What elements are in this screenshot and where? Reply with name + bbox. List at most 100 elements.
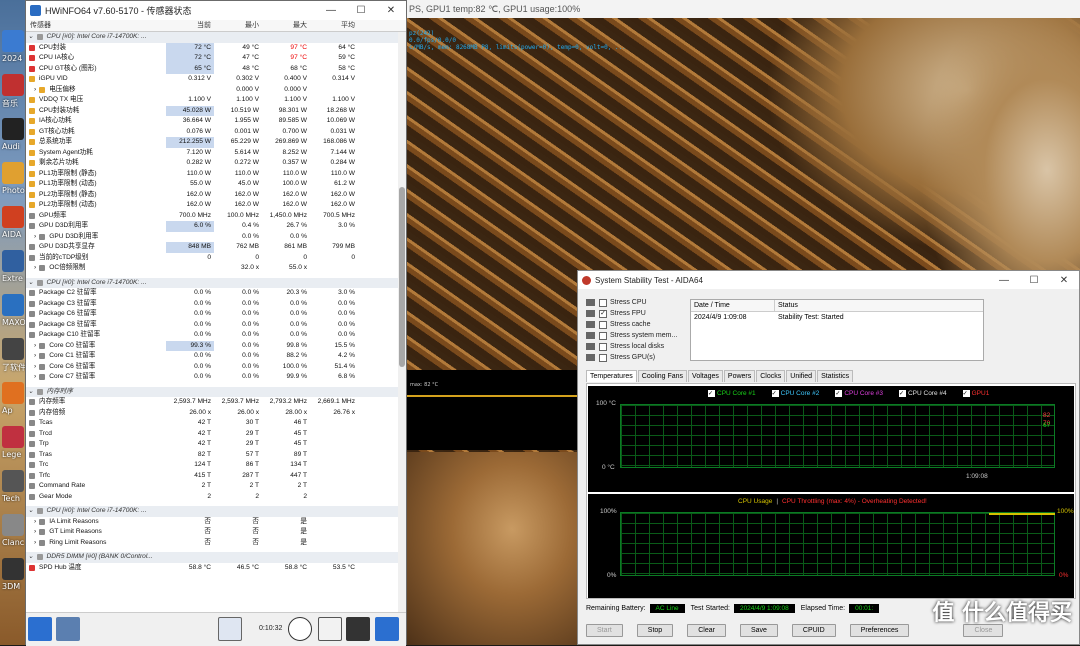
sensor-row[interactable]: ›IA Limit Reasons否否是 [26,517,398,528]
chevron-right-icon[interactable]: › [34,341,36,352]
sensor-group-header[interactable]: ⌄ DDR5 DIMM [#0] (BANK 0/Control... [26,552,398,563]
desktop-shortcut[interactable]: Ap [2,382,26,415]
tab-statistics[interactable]: Statistics [817,370,853,382]
sensor-row[interactable]: Trfc415 T287 T447 T [26,471,398,482]
sensor-row[interactable]: Package C8 驻留率0.0 %0.0 %0.0 %0.0 % [26,320,398,331]
stress-option[interactable]: ✓Stress FPU [586,308,677,319]
legend-checkbox[interactable]: ✓ [708,390,715,397]
sensor-row[interactable]: CPU IA核心72 °C47 °C97 °C59 °C [26,53,398,64]
chevron-down-icon[interactable]: ⌄ [28,387,34,398]
sensor-row[interactable]: 内存频率2,593.7 MHz2,593.7 MHz2,793.2 MHz2,6… [26,397,398,408]
desktop-shortcut[interactable]: 2024 [2,30,26,63]
sensor-row[interactable]: 剩余芯片功耗0.282 W0.272 W0.357 W0.284 W [26,158,398,169]
desktop-shortcut[interactable]: Lege [2,426,26,459]
sensor-row[interactable]: IA核心功耗36.664 W1.955 W89.585 W10.069 W [26,116,398,127]
desktop-shortcut[interactable]: Tech [2,470,26,503]
save-button[interactable]: Save [740,624,778,637]
sensor-row[interactable]: ›Core C1 驻留率0.0 %0.0 %88.2 %4.2 % [26,351,398,362]
sensor-row[interactable]: Trp42 T29 T45 T [26,439,398,450]
stress-checkbox[interactable] [599,354,607,362]
nav-forward-icon[interactable] [56,617,80,641]
sensor-row[interactable]: ›Core C0 驻留率99.3 %0.0 %99.8 %15.5 % [26,341,398,352]
stress-checkbox[interactable]: ✓ [599,310,607,318]
sensor-row[interactable]: System Agent功耗7.120 W5.614 W8.252 W7.144… [26,148,398,159]
chevron-right-icon[interactable]: › [34,362,36,373]
sensor-row[interactable]: 总系统功率212.255 W65.229 W269.869 W168.086 W [26,137,398,148]
sensor-row[interactable]: ›Core C6 驻留率0.0 %0.0 %100.0 %51.4 % [26,362,398,373]
stop-button[interactable]: Stop [637,624,673,637]
tab-clocks[interactable]: Clocks [756,370,785,382]
tab-cooling-fans[interactable]: Cooling Fans [638,370,687,382]
col-min[interactable]: 最小 [214,20,262,32]
close-button[interactable]: ✕ [1049,271,1079,290]
desktop-shortcut[interactable]: AIDA [2,206,26,239]
legend-checkbox[interactable]: ✓ [835,390,842,397]
chevron-down-icon[interactable]: ⌄ [28,32,34,43]
tab-powers[interactable]: Powers [724,370,755,382]
sensor-row[interactable]: PL2功率限制 (动态)162.0 W162.0 W162.0 W162.0 W [26,200,398,211]
report-icon[interactable] [318,617,342,641]
sensor-row[interactable]: 当前的cTDP级别0000 [26,253,398,264]
stress-checkbox[interactable] [599,343,607,351]
sensor-group-header[interactable]: ⌄ CPU [#0]: Intel Core i7-14700K: ... [26,32,398,43]
chevron-right-icon[interactable]: › [34,85,36,96]
sensor-row[interactable]: Package C6 驻留率0.0 %0.0 %0.0 %0.0 % [26,309,398,320]
minimize-button[interactable]: — [316,1,346,20]
sensor-row[interactable]: iGPU VID0.312 V0.302 V0.400 V0.314 V [26,74,398,85]
chevron-right-icon[interactable]: › [34,517,36,528]
col-max[interactable]: 最大 [262,20,310,32]
nav-back-icon[interactable] [28,617,52,641]
chevron-right-icon[interactable]: › [34,527,36,538]
tab-unified[interactable]: Unified [786,370,816,382]
start-button[interactable]: Start [586,624,623,637]
sensor-row[interactable]: CPU封装功耗45.028 W10.519 W98.301 W18.268 W [26,106,398,117]
preferences-button[interactable]: Preferences [850,624,910,637]
clock-icon[interactable] [288,617,312,641]
legend-item[interactable]: ✓CPU Core #3 [835,390,891,397]
gear-icon[interactable] [346,617,370,641]
desktop-shortcut[interactable]: 音乐 [2,74,26,109]
sensor-row[interactable]: ›Ring Limit Reasons否否是 [26,538,398,549]
tab-temperatures[interactable]: Temperatures [586,370,637,382]
chevron-down-icon[interactable]: ⌄ [28,552,34,563]
minimize-button[interactable]: — [989,271,1019,290]
sensor-group-header[interactable]: ⌄ CPU [#0]: Intel Core i7-14700K: ... [26,278,398,289]
stress-checkbox[interactable] [599,299,607,307]
legend-item[interactable]: ✓GPU1 [963,390,998,397]
legend-checkbox[interactable]: ✓ [899,390,906,397]
sensor-row[interactable]: 内存倍频26.00 x26.00 x28.00 x26.76 x [26,408,398,419]
sensor-row[interactable]: GPU D3D共享显存848 MB762 MB861 MB799 MB [26,242,398,253]
clear-button[interactable]: Clear [687,624,726,637]
sensor-row[interactable]: Gear Mode222 [26,492,398,503]
sensor-row[interactable]: ›OC倍频限制32.0 x55.0 x [26,263,398,274]
desktop-shortcut[interactable]: MAXO [2,294,26,327]
close-button[interactable]: ✕ [376,1,406,20]
stress-option[interactable]: Stress local disks [586,341,677,352]
close-icon[interactable] [375,617,399,641]
legend-checkbox[interactable]: ✓ [963,390,970,397]
sensor-row[interactable]: ›GPU D3D利用率0.0 %0.0 % [26,232,398,243]
sensor-row[interactable]: GPU频率700.0 MHz100.0 MHz1,450.0 MHz700.5 … [26,211,398,222]
legend-item[interactable]: ✓CPU Core #2 [772,390,828,397]
col-sensor[interactable]: 传感器 [26,20,166,32]
chevron-down-icon[interactable]: ⌄ [28,506,34,517]
maximize-button[interactable]: ☐ [346,1,376,20]
maximize-button[interactable]: ☐ [1019,271,1049,290]
stress-option[interactable]: Stress GPU(s) [586,352,677,363]
sensor-row[interactable]: ›GT Limit Reasons否否是 [26,527,398,538]
col-current[interactable]: 当前 [166,20,214,32]
sensor-row[interactable]: Trc124 T86 T134 T [26,460,398,471]
sensor-row[interactable]: SPD Hub 温度58.8 °C46.5 °C58.8 °C53.5 °C [26,563,398,574]
desktop-shortcut[interactable]: 了软件 [2,338,26,373]
sensor-row[interactable]: CPU封装72 °C49 °C97 °C64 °C [26,43,398,54]
chevron-right-icon[interactable]: › [34,232,36,243]
scroll-thumb[interactable] [399,187,405,367]
sensor-row[interactable]: CPU GT核心 (图形)65 °C48 °C68 °C58 °C [26,64,398,75]
network-icon[interactable] [218,617,242,641]
sensor-row[interactable]: GT核心功耗0.076 W0.001 W0.700 W0.031 W [26,127,398,138]
sensor-row[interactable]: PL1功率限制 (静态)110.0 W110.0 W110.0 W110.0 W [26,169,398,180]
sensor-scrollbar[interactable] [398,32,406,612]
sensor-group-header[interactable]: ⌄ 内存时序 [26,387,398,398]
chevron-right-icon[interactable]: › [34,263,36,274]
stress-option[interactable]: Stress CPU [586,297,677,308]
